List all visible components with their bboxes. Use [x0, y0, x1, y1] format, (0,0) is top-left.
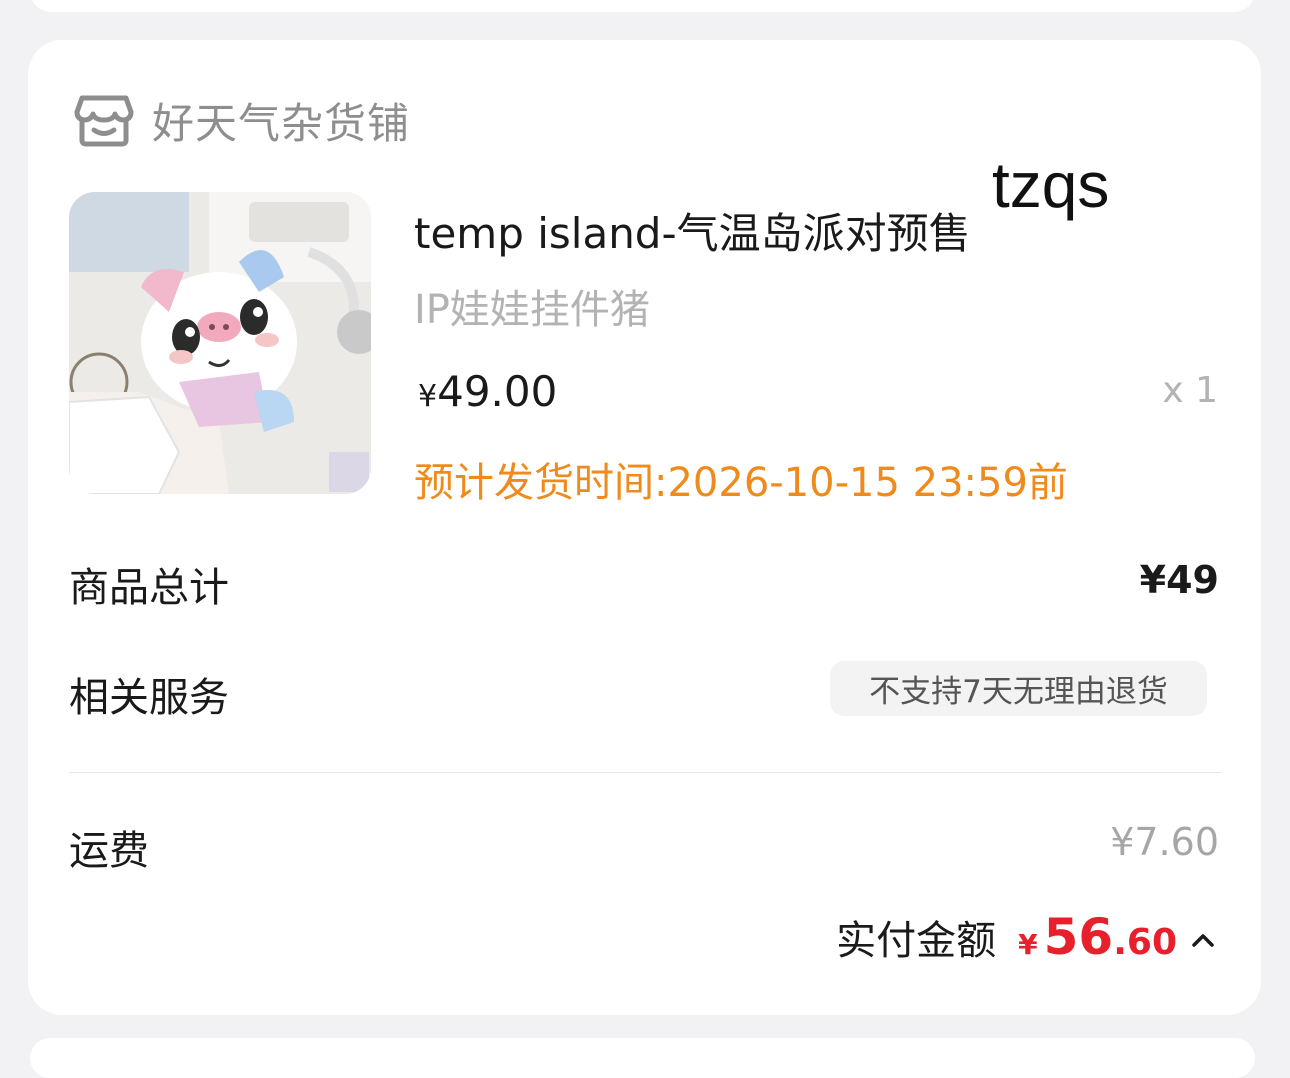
services-label: 相关服务: [69, 675, 229, 721]
goods-total-value: ¥49: [1139, 558, 1219, 602]
chevron-up-icon[interactable]: [1191, 932, 1215, 948]
divider: [69, 772, 1221, 773]
product-variant: IP娃娃挂件猪: [414, 287, 650, 333]
price-value: 49.00: [437, 367, 558, 416]
amount-paid-row[interactable]: 实付金额 ¥ 56 .60: [836, 908, 1215, 972]
no-return-tag[interactable]: 不支持7天无理由退货: [830, 661, 1207, 716]
goods-total-label: 商品总计: [69, 565, 229, 611]
store-icon: [74, 95, 134, 147]
product-quantity: x 1: [1162, 370, 1218, 411]
price-currency: ¥: [418, 379, 438, 414]
product-image[interactable]: [69, 192, 371, 494]
next-card: [30, 1038, 1255, 1078]
amount-paid-label: 实付金额: [836, 918, 997, 964]
estimated-ship-time: 预计发货时间:2026-10-15 23:59前: [414, 460, 1068, 506]
amount-paid-decimal: .60: [1113, 922, 1177, 963]
watermark-text: tzqs: [992, 149, 1110, 221]
store-header[interactable]: 好天气杂货铺: [74, 90, 410, 150]
store-name: 好天气杂货铺: [152, 98, 411, 148]
previous-card: [30, 0, 1255, 12]
product-price: ¥49.00: [418, 367, 557, 416]
freight-value: ¥7.60: [1110, 820, 1219, 864]
freight-label: 运费: [69, 828, 149, 874]
amount-paid-integer: 56: [1043, 908, 1114, 966]
amount-paid-currency: ¥: [1018, 928, 1038, 961]
product-title[interactable]: temp island-气温岛派对预售: [414, 200, 971, 261]
pig-plush-image: [69, 192, 371, 494]
